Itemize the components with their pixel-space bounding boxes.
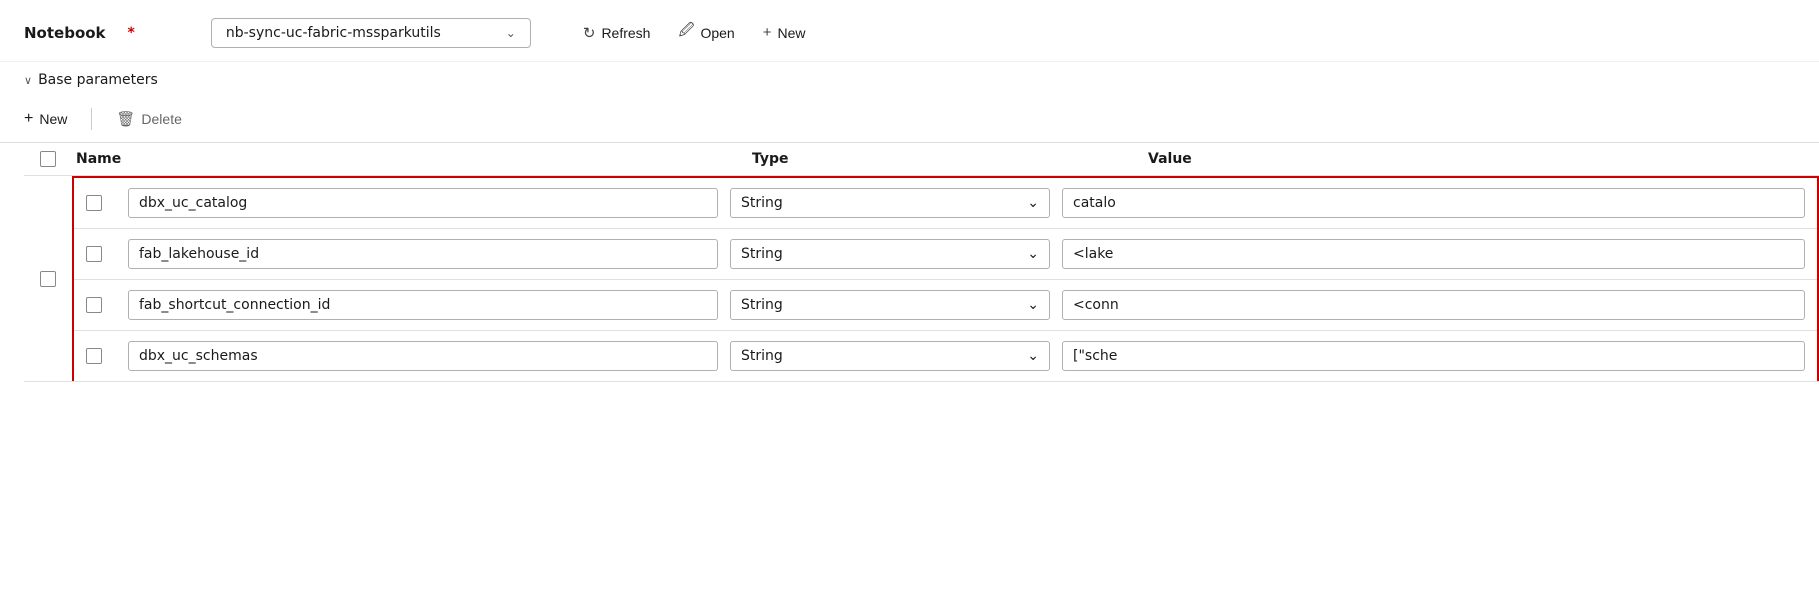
value-preview-0: catalo (1062, 188, 1805, 218)
param-row-1: String ⌄ <lake (74, 229, 1817, 280)
value-col-3: ["sche (1062, 341, 1805, 371)
name-col-1 (128, 239, 718, 269)
notebook-dropdown[interactable]: nb-sync-uc-fabric-mssparkutils ⌄ (211, 18, 531, 48)
value-col-2: <conn (1062, 290, 1805, 320)
delete-param-label: Delete (141, 111, 181, 127)
param-row-3: String ⌄ ["sche (74, 331, 1817, 381)
open-button[interactable]: 🖉 Open (666, 14, 746, 51)
type-value-2: String (741, 297, 783, 313)
table-row: String ⌄ catalo (24, 176, 1819, 382)
inner-checkbox-col-2 (86, 297, 116, 313)
col-name-header: Name (72, 151, 752, 167)
type-chevron-2: ⌄ (1027, 297, 1039, 313)
chevron-toggle-icon: ∨ (24, 74, 32, 87)
base-params-toggle[interactable]: ∨ Base parameters (24, 72, 1795, 88)
open-label: Open (700, 25, 734, 41)
type-value-0: String (741, 195, 783, 211)
base-params-label: Base parameters (38, 72, 158, 88)
type-value-1: String (741, 246, 783, 262)
params-toolbar: + New 🗑 Delete (0, 94, 1819, 143)
name-input-2[interactable] (128, 290, 718, 320)
type-chevron-1: ⌄ (1027, 246, 1039, 262)
value-preview-1: <lake (1062, 239, 1805, 269)
inner-checkbox-3[interactable] (86, 348, 102, 364)
new-header-label: New (777, 25, 805, 41)
col-type-header: Type (752, 151, 1132, 167)
type-col-3: String ⌄ (730, 341, 1050, 371)
new-header-button[interactable]: + New (751, 18, 818, 47)
params-table-body: String ⌄ catalo (24, 176, 1819, 382)
name-input-3[interactable] (128, 341, 718, 371)
plus-icon: + (763, 24, 772, 41)
toolbar-actions: ↻ Refresh 🖉 Open + New (571, 14, 818, 51)
header-checkbox-col (24, 151, 72, 167)
value-preview-2: <conn (1062, 290, 1805, 320)
new-param-label: New (39, 111, 67, 127)
name-col-0 (128, 188, 718, 218)
refresh-icon: ↻ (583, 24, 596, 42)
name-input-1[interactable] (128, 239, 718, 269)
notebook-dropdown-value: nb-sync-uc-fabric-mssparkutils (226, 25, 441, 41)
type-dropdown-3[interactable]: String ⌄ (730, 341, 1050, 371)
value-col-0: catalo (1062, 188, 1805, 218)
type-col-0: String ⌄ (730, 188, 1050, 218)
row-checkbox-0[interactable] (40, 271, 56, 287)
type-col-1: String ⌄ (730, 239, 1050, 269)
notebook-label: Notebook (24, 24, 106, 42)
base-params-section: ∨ Base parameters (0, 62, 1819, 94)
inner-checkbox-col-0 (86, 195, 116, 211)
name-col-2 (128, 290, 718, 320)
inner-checkbox-0[interactable] (86, 195, 102, 211)
chevron-down-icon: ⌄ (506, 26, 516, 40)
type-col-2: String ⌄ (730, 290, 1050, 320)
table-container: Name Type Value (0, 143, 1819, 382)
inner-checkbox-col-1 (86, 246, 116, 262)
new-param-plus-icon: + (24, 110, 33, 128)
col-value-header: Value (1132, 151, 1819, 167)
refresh-button[interactable]: ↻ Refresh (571, 18, 663, 48)
highlighted-rows: String ⌄ catalo (72, 176, 1819, 381)
inner-checkbox-1[interactable] (86, 246, 102, 262)
type-chevron-3: ⌄ (1027, 348, 1039, 364)
param-row-2: String ⌄ <conn (74, 280, 1817, 331)
inner-checkbox-2[interactable] (86, 297, 102, 313)
value-col-1: <lake (1062, 239, 1805, 269)
delete-param-button[interactable]: 🗑 Delete (104, 104, 194, 134)
refresh-label: Refresh (601, 25, 650, 41)
new-param-button[interactable]: + New (24, 104, 79, 134)
row-checkbox-col-0 (24, 259, 72, 299)
inner-checkbox-col-3 (86, 348, 116, 364)
type-dropdown-2[interactable]: String ⌄ (730, 290, 1050, 320)
type-chevron-0: ⌄ (1027, 195, 1039, 211)
table-header: Name Type Value (24, 143, 1819, 176)
edit-icon: 🖉 (678, 20, 694, 45)
delete-icon: 🗑 (116, 110, 135, 128)
required-star: * (128, 25, 135, 41)
header-checkbox[interactable] (40, 151, 56, 167)
toolbar-separator (91, 108, 92, 130)
name-col-3 (128, 341, 718, 371)
param-row-0: String ⌄ catalo (74, 178, 1817, 229)
type-dropdown-1[interactable]: String ⌄ (730, 239, 1050, 269)
name-input-0[interactable] (128, 188, 718, 218)
type-value-3: String (741, 348, 783, 364)
header: Notebook * nb-sync-uc-fabric-mssparkutil… (0, 0, 1819, 62)
type-dropdown-0[interactable]: String ⌄ (730, 188, 1050, 218)
value-preview-3: ["sche (1062, 341, 1805, 371)
